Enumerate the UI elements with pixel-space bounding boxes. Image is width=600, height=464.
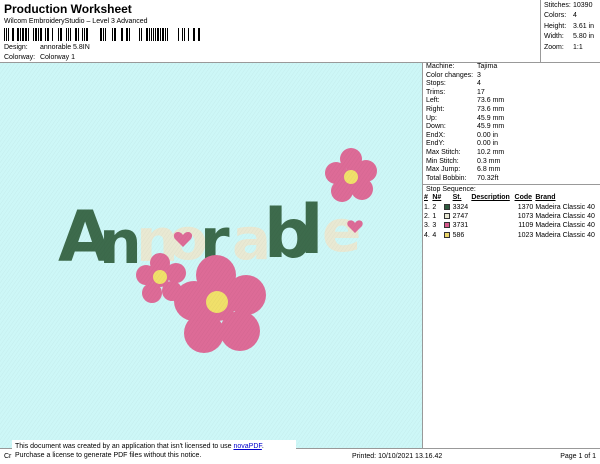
license-notice: This document was created by an applicat…	[12, 440, 296, 462]
param-row: Down: 45.9 mm	[426, 123, 505, 131]
printed-date: Printed: 10/10/2021 13.16.42	[352, 453, 443, 460]
stitch-texture	[0, 63, 422, 448]
color-swatch	[444, 212, 451, 219]
color-swatch	[444, 231, 451, 238]
stop-sequence-title: Stop Sequence:	[423, 184, 600, 193]
novapdf-link[interactable]: novaPDF	[233, 443, 261, 450]
stats-panel: Stitches: 10390 Colors: 4 Height: 3.61 in W…	[540, 0, 600, 62]
color-swatch	[444, 222, 451, 229]
param-row: Stops: 4	[426, 80, 481, 88]
table-row: 2. 1 2747 1073 Madeira Classic 40	[424, 212, 595, 220]
embroidery-design: A n n o r a b l e	[0, 63, 422, 448]
param-row: Up: 45.9 mm	[426, 114, 505, 122]
notice-line-2: Purchase a license to generate PDF files…	[15, 452, 202, 459]
param-row: Right: 73.6 mm	[426, 105, 505, 113]
param-row: EndY: 0.00 in	[426, 140, 499, 148]
param-row: Max Stitch: 10.2 mm	[426, 148, 505, 156]
design-label: Design:	[4, 44, 28, 51]
page-number: Page 1 of 1	[560, 453, 596, 460]
machine-parameters: Machine: Tajima Color changes: 3 Stops: 4 T…	[423, 63, 600, 183]
stat-row: Height: 3.61 in	[544, 22, 595, 30]
design-value: annorable 5.8IN	[39, 44, 90, 51]
col-header: St.	[452, 194, 462, 202]
notice-line-1: This document was created by an applicat…	[15, 443, 264, 450]
stat-row: Width: 5.80 in	[544, 33, 595, 41]
col-header: Description	[471, 194, 510, 202]
param-row: Left: 73.6 mm	[426, 97, 505, 105]
table-row: 3. 3 3731 1109 Madeira Classic 40	[424, 222, 595, 230]
param-row: Total Bobbin: 70.32ft	[426, 174, 499, 182]
colorway-label: Colorway:	[4, 54, 36, 61]
col-header: N#	[432, 194, 442, 202]
colorway-value: Colorway 1	[39, 54, 75, 61]
color-swatch	[444, 203, 451, 210]
stop-sequence-table: # N# St. Description Code Brand 1. 2 3324…	[423, 193, 600, 240]
param-row: EndX: 0.00 in	[426, 131, 499, 139]
page-title: Production Worksheet	[4, 2, 132, 16]
param-row: Min Stitch: 0.3 mm	[426, 157, 501, 165]
worksheet-header: Production Worksheet Wilcom EmbroiderySt…	[0, 0, 540, 62]
param-row: Trims: 17	[426, 88, 485, 96]
footer-left-text: Cr	[4, 453, 12, 460]
design-preview: A n n o r a b l e	[0, 63, 422, 448]
barcode	[4, 28, 200, 41]
colorway-row: Colorway: Colorway 1	[4, 54, 75, 61]
col-header	[443, 193, 452, 202]
info-panel: Machine: Tajima Color changes: 3 Stops: 4 T…	[422, 63, 600, 448]
design-row: Design: annorable 5.8IN	[4, 44, 90, 51]
param-row: Max Jump: 6.8 mm	[426, 166, 501, 174]
param-row: Machine: Tajima	[426, 63, 498, 70]
stat-row: Stitches: 10390	[544, 2, 593, 9]
table-header-row: # N# St. Description Code Brand	[423, 193, 600, 202]
col-header: Code	[514, 194, 533, 202]
stat-row: Zoom: 1:1	[544, 43, 583, 51]
app-subtitle: Wilcom EmbroideryStudio – Level 3 Advanc…	[4, 18, 148, 25]
stat-row: Colors: 4	[544, 12, 577, 20]
table-row: 1. 2 3324 1370 Madeira Classic 40	[424, 203, 595, 211]
table-row: 4. 4 586 1023 Madeira Classic 40	[424, 231, 595, 239]
col-header: #	[424, 194, 428, 202]
col-header: Brand	[535, 194, 556, 202]
param-row: Color changes: 3	[426, 71, 481, 79]
